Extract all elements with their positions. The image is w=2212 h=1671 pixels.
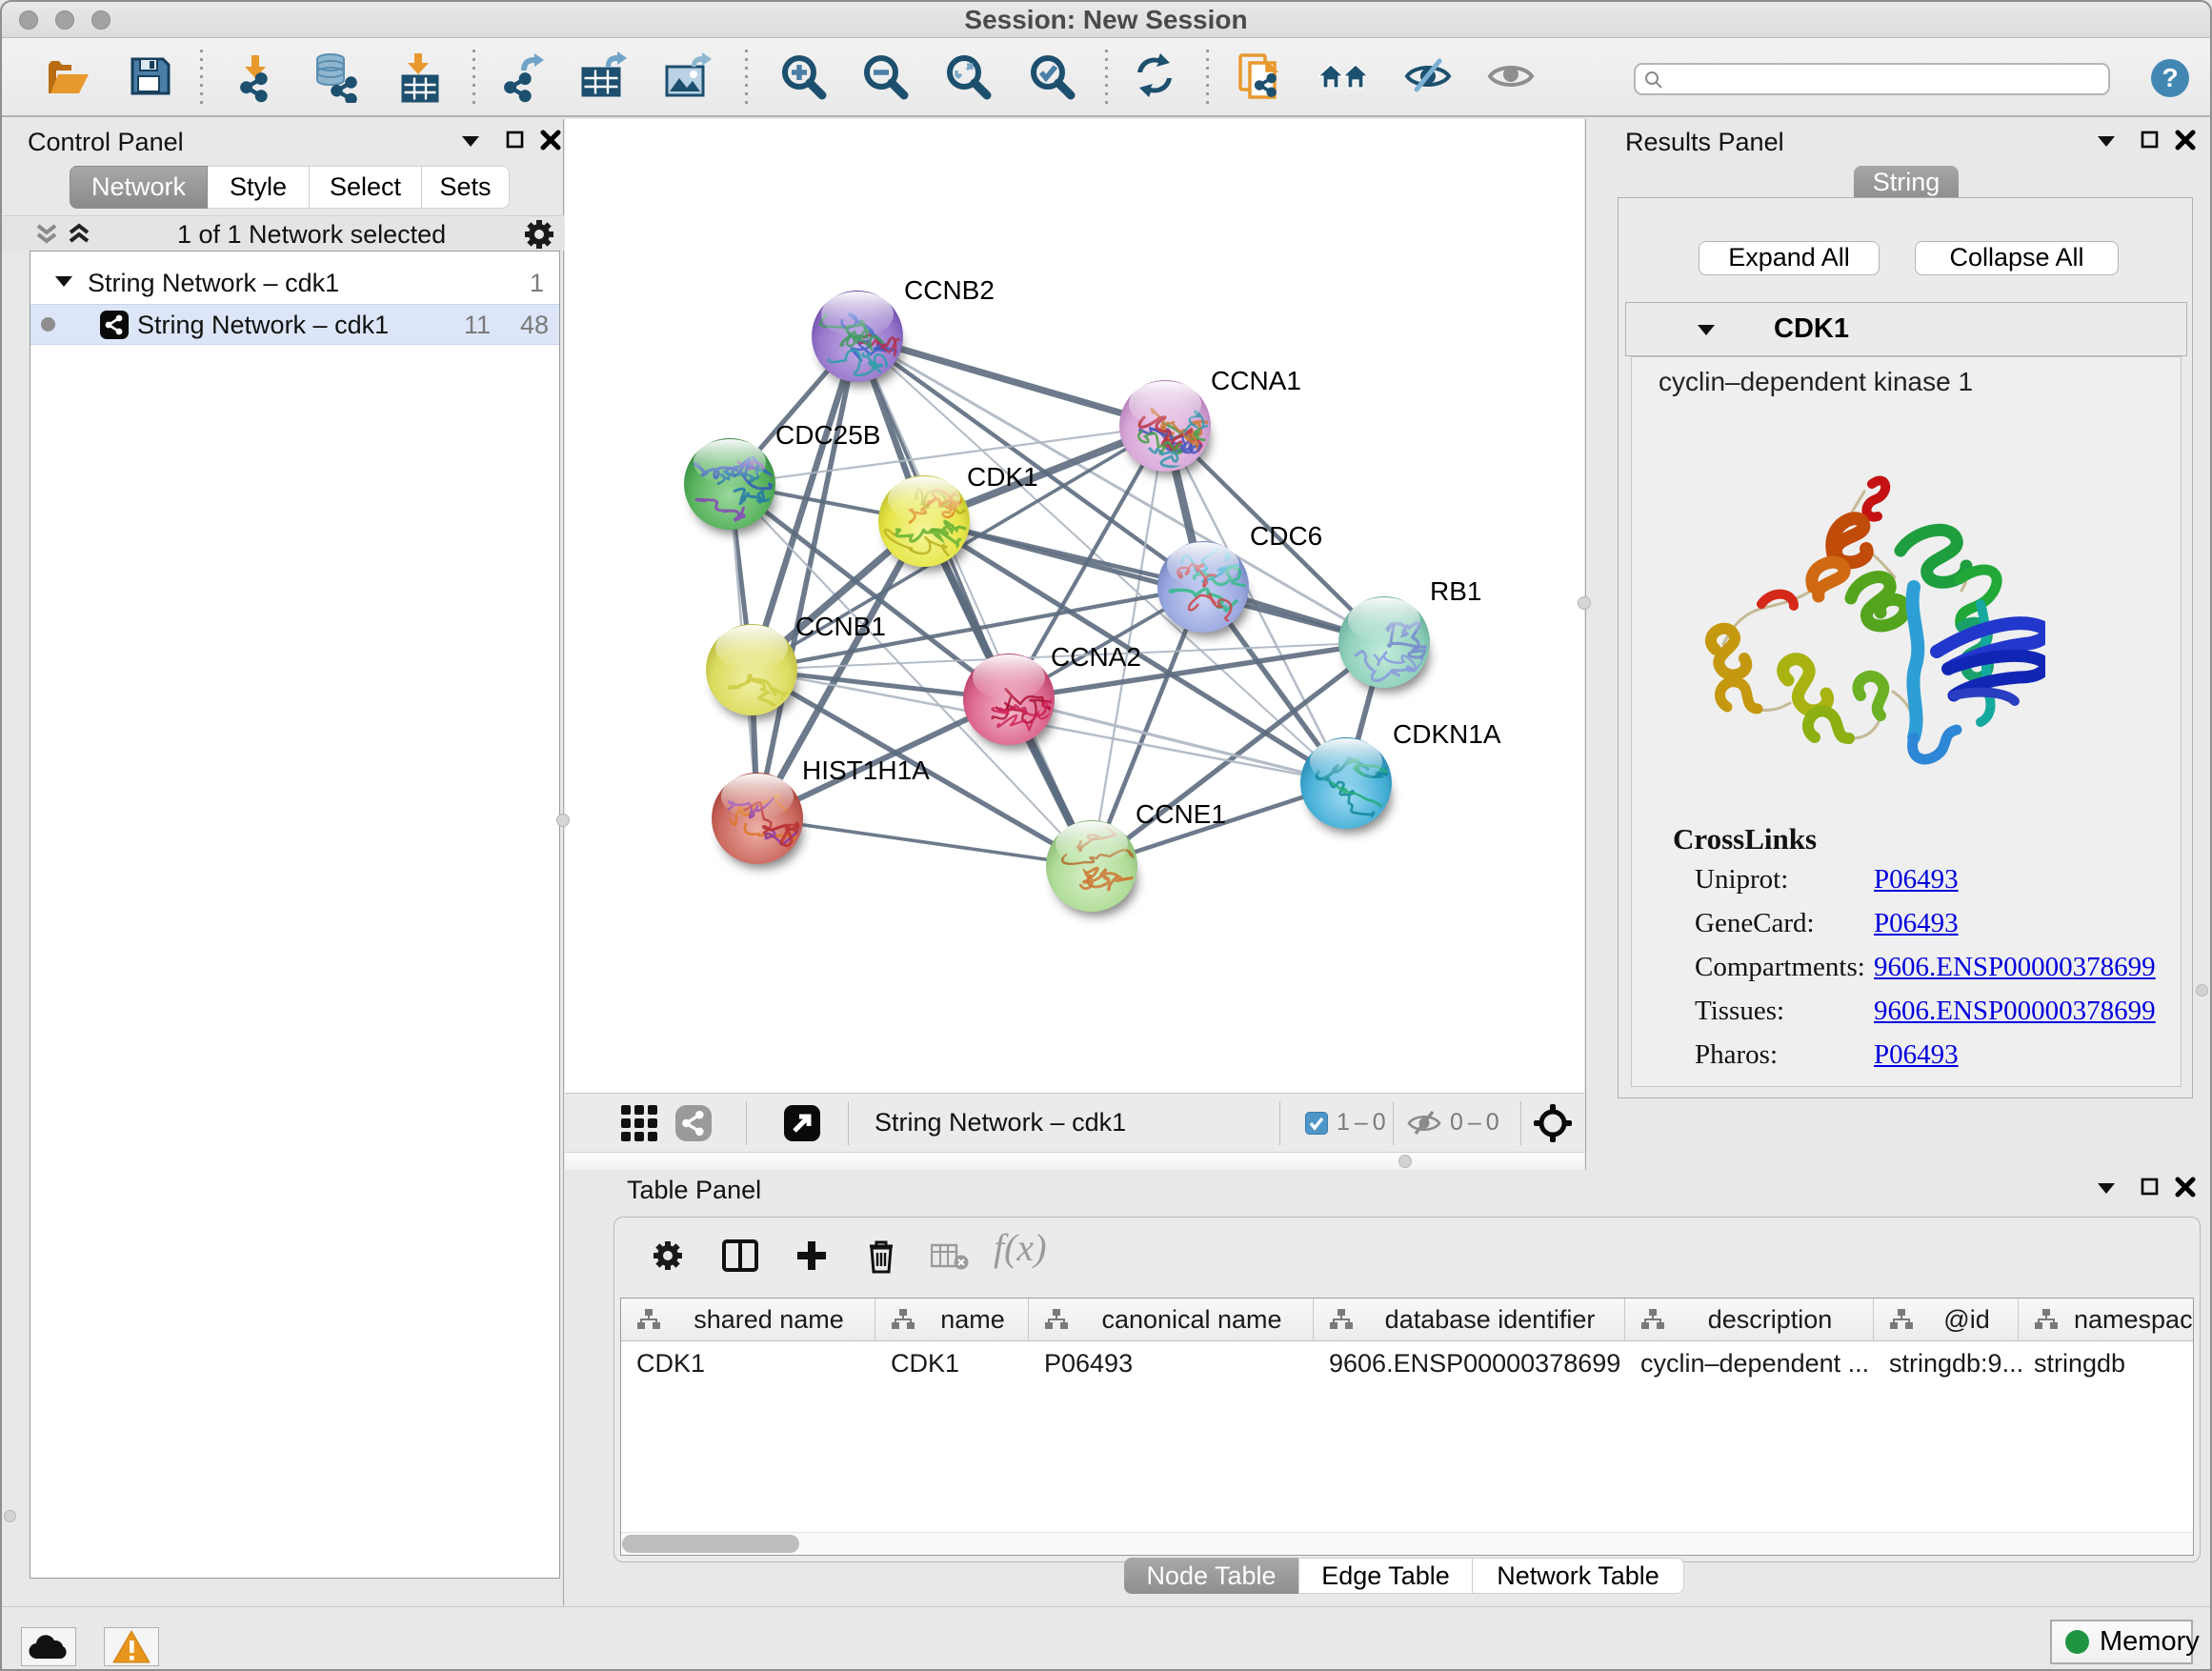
- svg-text:CDKN1A: CDKN1A: [1393, 719, 1501, 749]
- svg-text:CDC6: CDC6: [1250, 521, 1322, 551]
- svg-text:CDC25B: CDC25B: [775, 420, 880, 450]
- svg-text:RB1: RB1: [1430, 576, 1481, 606]
- svg-text:CCNA2: CCNA2: [1051, 642, 1141, 672]
- svg-text:CCNB2: CCNB2: [904, 275, 995, 305]
- svg-text:HIST1H1A: HIST1H1A: [802, 755, 930, 785]
- svg-text:CCNE1: CCNE1: [1136, 799, 1226, 829]
- svg-text:CCNB1: CCNB1: [795, 612, 886, 641]
- svg-text:?: ?: [2162, 63, 2178, 92]
- svg-text:CDK1: CDK1: [967, 462, 1038, 492]
- svg-text:CCNA1: CCNA1: [1211, 366, 1301, 395]
